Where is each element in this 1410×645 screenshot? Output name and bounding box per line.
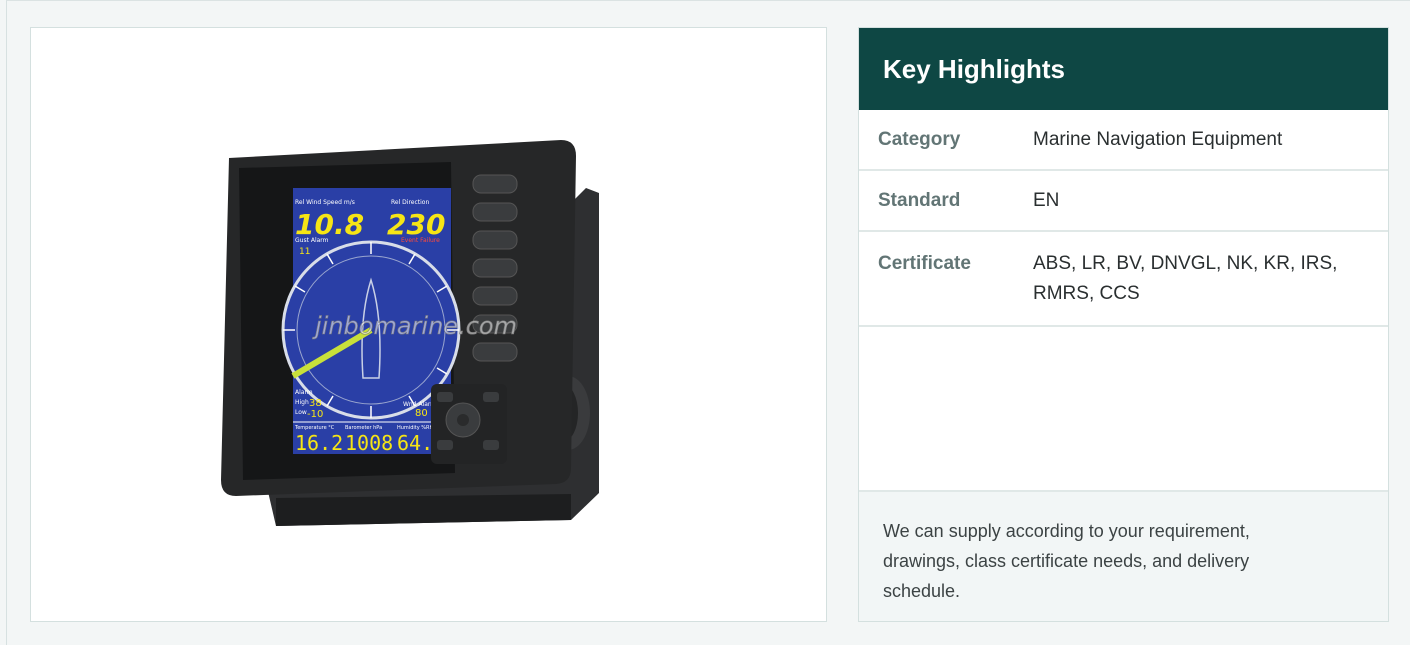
alarm-label: Alarm: [295, 389, 313, 396]
wind-speed-label: Rel Wind Speed m/s: [295, 199, 355, 206]
highlight-key: Certificate: [878, 253, 971, 274]
wind-alarm-value: 80: [415, 408, 428, 419]
highlight-key: Category: [878, 128, 961, 150]
highlight-row-standard: Standard EN: [859, 171, 1388, 232]
supply-note: We can supply according to your requirem…: [859, 492, 1388, 621]
soft-key: [472, 202, 518, 222]
highlight-key: Standard: [878, 189, 961, 211]
product-image-panel: Rel Wind Speed m/s 10.8 Gust Alarm 11 Re…: [30, 27, 827, 622]
key-highlights-card: Key Highlights Category Marine Navigatio…: [858, 27, 1389, 622]
highlight-row-certificate: Certificate ABS, LR, BV, DNVGL, NK, KR, …: [859, 232, 1388, 327]
alarm-low-value: -10: [307, 409, 323, 420]
watermark: jinbomarine.com: [312, 312, 517, 340]
soft-key: [472, 286, 518, 306]
highlight-value: Marine Navigation Equipment: [1033, 128, 1283, 150]
direction-label: Rel Direction: [391, 199, 429, 206]
highlight-value: ABS, LR, BV, DNVGL, NK, KR, IRS, RMRS, C…: [1033, 253, 1338, 304]
barometer-value: 1008: [345, 431, 393, 455]
highlight-value: EN: [1033, 189, 1060, 211]
highlight-empty-row: [859, 327, 1388, 492]
highlight-row-category: Category Marine Navigation Equipment: [859, 110, 1388, 171]
alarm-high-label: High: [295, 399, 309, 406]
alarm-high-value: 38: [309, 398, 322, 409]
gust-label: Gust Alarm: [295, 237, 329, 244]
alarm-low-label: Low: [295, 409, 307, 416]
temperature-value: 16.2: [295, 431, 343, 455]
product-image: Rel Wind Speed m/s 10.8 Gust Alarm 11 Re…: [221, 140, 599, 526]
direction-note: Event Failure: [401, 237, 440, 244]
soft-key: [472, 174, 518, 194]
soft-key: [472, 258, 518, 278]
soft-key: [472, 342, 518, 362]
key-highlights-title: Key Highlights: [859, 28, 1388, 110]
soft-key: [472, 230, 518, 250]
gust-value: 11: [299, 247, 310, 257]
